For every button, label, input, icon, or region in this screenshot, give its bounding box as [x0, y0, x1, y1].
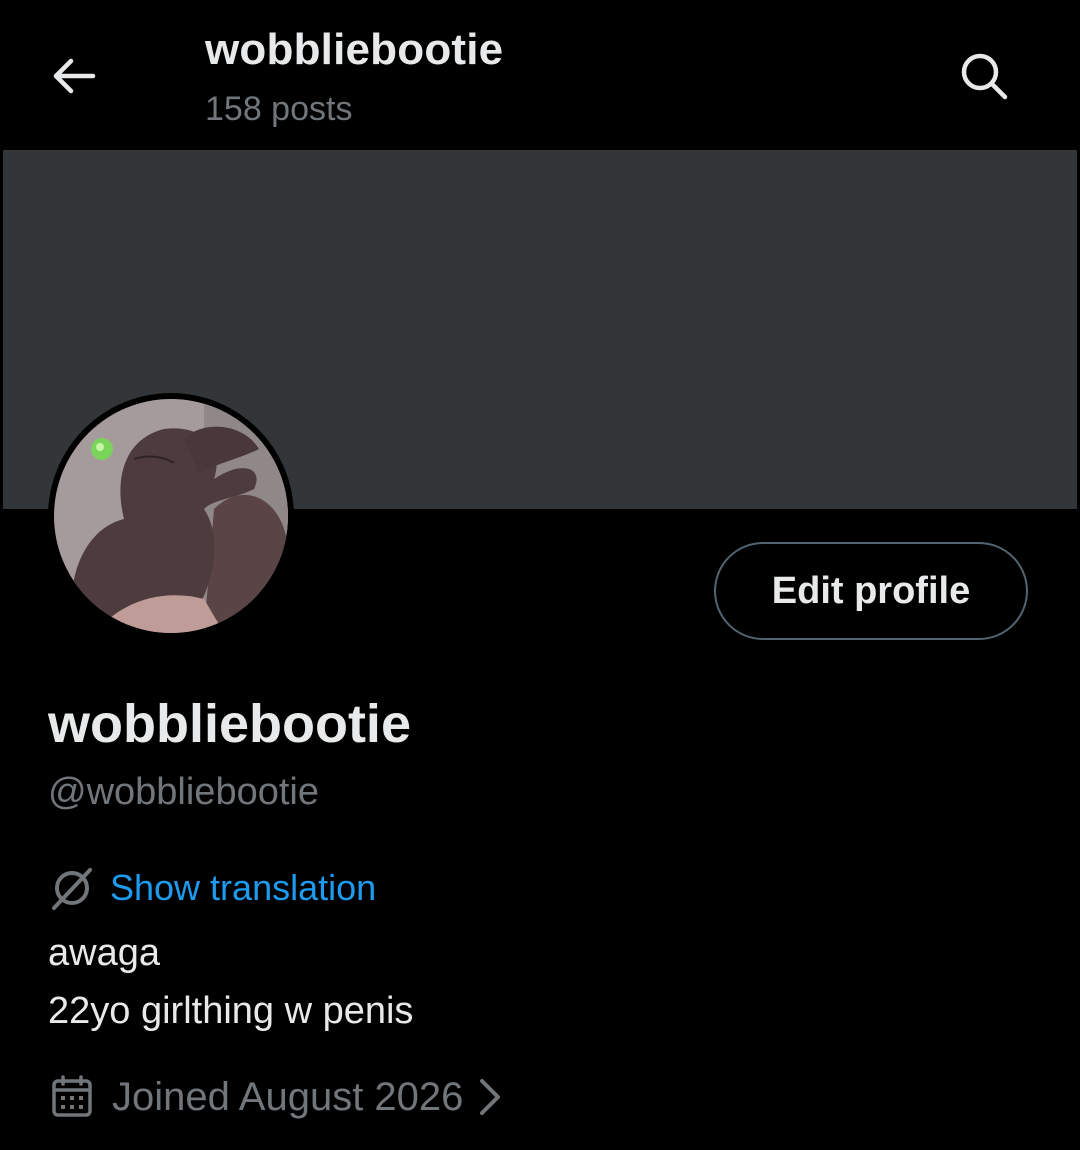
header-title-block: wobbliebootie 158 posts: [205, 24, 503, 130]
profile-handle: @wobbliebootie: [48, 771, 319, 813]
avatar[interactable]: [48, 393, 294, 639]
posts-count: 158 posts: [205, 90, 353, 128]
profile-bio: awaga 22yo girlthing w penis: [48, 924, 413, 1040]
edit-profile-button[interactable]: Edit profile: [714, 542, 1028, 640]
search-icon: [961, 53, 1008, 100]
profile-display-name: wobbliebootie: [48, 694, 411, 754]
search-button[interactable]: [952, 44, 1016, 108]
top-bar: wobbliebootie 158 posts: [0, 0, 1080, 150]
arrow-left-icon: [53, 58, 96, 94]
joined-date: Joined August 2026: [112, 1075, 464, 1119]
avatar-image: [54, 399, 288, 633]
back-button[interactable]: [44, 46, 104, 106]
joined-date-row[interactable]: Joined August 2026: [50, 1070, 503, 1124]
translate-icon: [52, 868, 92, 910]
bio-line: awaga: [48, 932, 160, 974]
bio-line: 22yo girlthing w penis: [48, 990, 414, 1032]
chevron-right-icon: [477, 1077, 503, 1117]
calendar-icon: [52, 1075, 92, 1117]
header-title: wobbliebootie: [205, 25, 504, 74]
show-translation-label: Show translation: [110, 867, 377, 908]
show-translation-link[interactable]: Show translation: [48, 862, 376, 914]
